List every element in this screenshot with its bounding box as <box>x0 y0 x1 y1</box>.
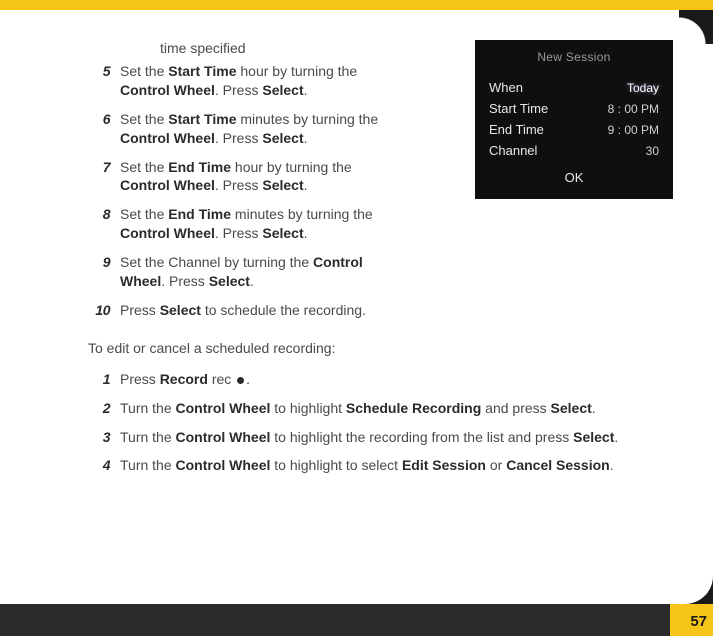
step-text: Turn the Control Wheel to highlight to s… <box>120 457 614 473</box>
instruction-step: 4 Turn the Control Wheel to highlight to … <box>88 456 673 475</box>
instruction-step: 10 Press Select to schedule the recording… <box>88 301 673 320</box>
screen-row: Channel 30 <box>489 143 659 158</box>
step-number: 3 <box>88 428 110 447</box>
screen-row: End Time 9 : 00 PM <box>489 122 659 137</box>
page-footer: 57 <box>0 604 713 636</box>
step-number: 4 <box>88 456 110 475</box>
screen-row-label: Channel <box>489 143 537 158</box>
instruction-step: 2 Turn the Control Wheel to highlight Sch… <box>88 399 673 418</box>
header-accent-bar <box>0 0 713 10</box>
screen-row-value: 9 : 00 PM <box>608 123 659 137</box>
record-icon <box>237 377 244 384</box>
step-number: 5 <box>88 62 110 81</box>
instruction-step: 5 Set the Start Time hour by turning the … <box>88 62 393 100</box>
step-number: 8 <box>88 205 110 224</box>
step-text: Set the Start Time hour by turning the C… <box>120 63 357 98</box>
step-number: 9 <box>88 253 110 272</box>
instruction-step: 7 Set the End Time hour by turning the Co… <box>88 158 393 196</box>
step-number: 10 <box>88 301 110 320</box>
screen-row-label: End Time <box>489 122 544 137</box>
device-screen-preview: New Session When Today Start Time 8 : 00 PM… <box>475 40 673 199</box>
step-text: Set the Channel by turning the Control W… <box>120 254 363 289</box>
instruction-list-b: 1 Press Record rec . 2 Turn the Control Whe… <box>88 370 673 476</box>
step-text: Set the Start Time minutes by turning th… <box>120 111 378 146</box>
instruction-step: 1 Press Record rec . <box>88 370 673 389</box>
screen-row: Start Time 8 : 00 PM <box>489 101 659 116</box>
screen-row-label: When <box>489 80 523 95</box>
subsection-heading: To edit or cancel a scheduled recording: <box>88 340 673 356</box>
step-text: Turn the Control Wheel to highlight Sche… <box>120 400 596 416</box>
screen-ok-button: OK <box>489 170 659 185</box>
step-number: 1 <box>88 370 110 389</box>
screen-row-label: Start Time <box>489 101 548 116</box>
step-text: Press Record rec . <box>120 371 250 387</box>
step-text: Set the End Time hour by turning the Con… <box>120 159 352 194</box>
screen-row: When Today <box>489 80 659 95</box>
instruction-step: 9 Set the Channel by turning the Control … <box>88 253 393 291</box>
step-text: Set the End Time minutes by turning the … <box>120 206 373 241</box>
instruction-step: 8 Set the End Time minutes by turning the… <box>88 205 393 243</box>
instruction-step: 6 Set the Start Time minutes by turning t… <box>88 110 393 148</box>
step-number: 7 <box>88 158 110 177</box>
step-text: Press Select to schedule the recording. <box>120 302 366 318</box>
screen-title: New Session <box>489 50 659 64</box>
step-text: Turn the Control Wheel to highlight the … <box>120 429 618 445</box>
page-body: New Session When Today Start Time 8 : 00 PM… <box>0 10 713 604</box>
instruction-step: 3 Turn the Control Wheel to highlight the… <box>88 428 673 447</box>
page-number: 57 <box>690 613 707 630</box>
screen-row-value: Today <box>627 81 659 95</box>
screen-row-value: 8 : 00 PM <box>608 102 659 116</box>
step-number: 6 <box>88 110 110 129</box>
step-number: 2 <box>88 399 110 418</box>
screen-row-value: 30 <box>646 144 659 158</box>
